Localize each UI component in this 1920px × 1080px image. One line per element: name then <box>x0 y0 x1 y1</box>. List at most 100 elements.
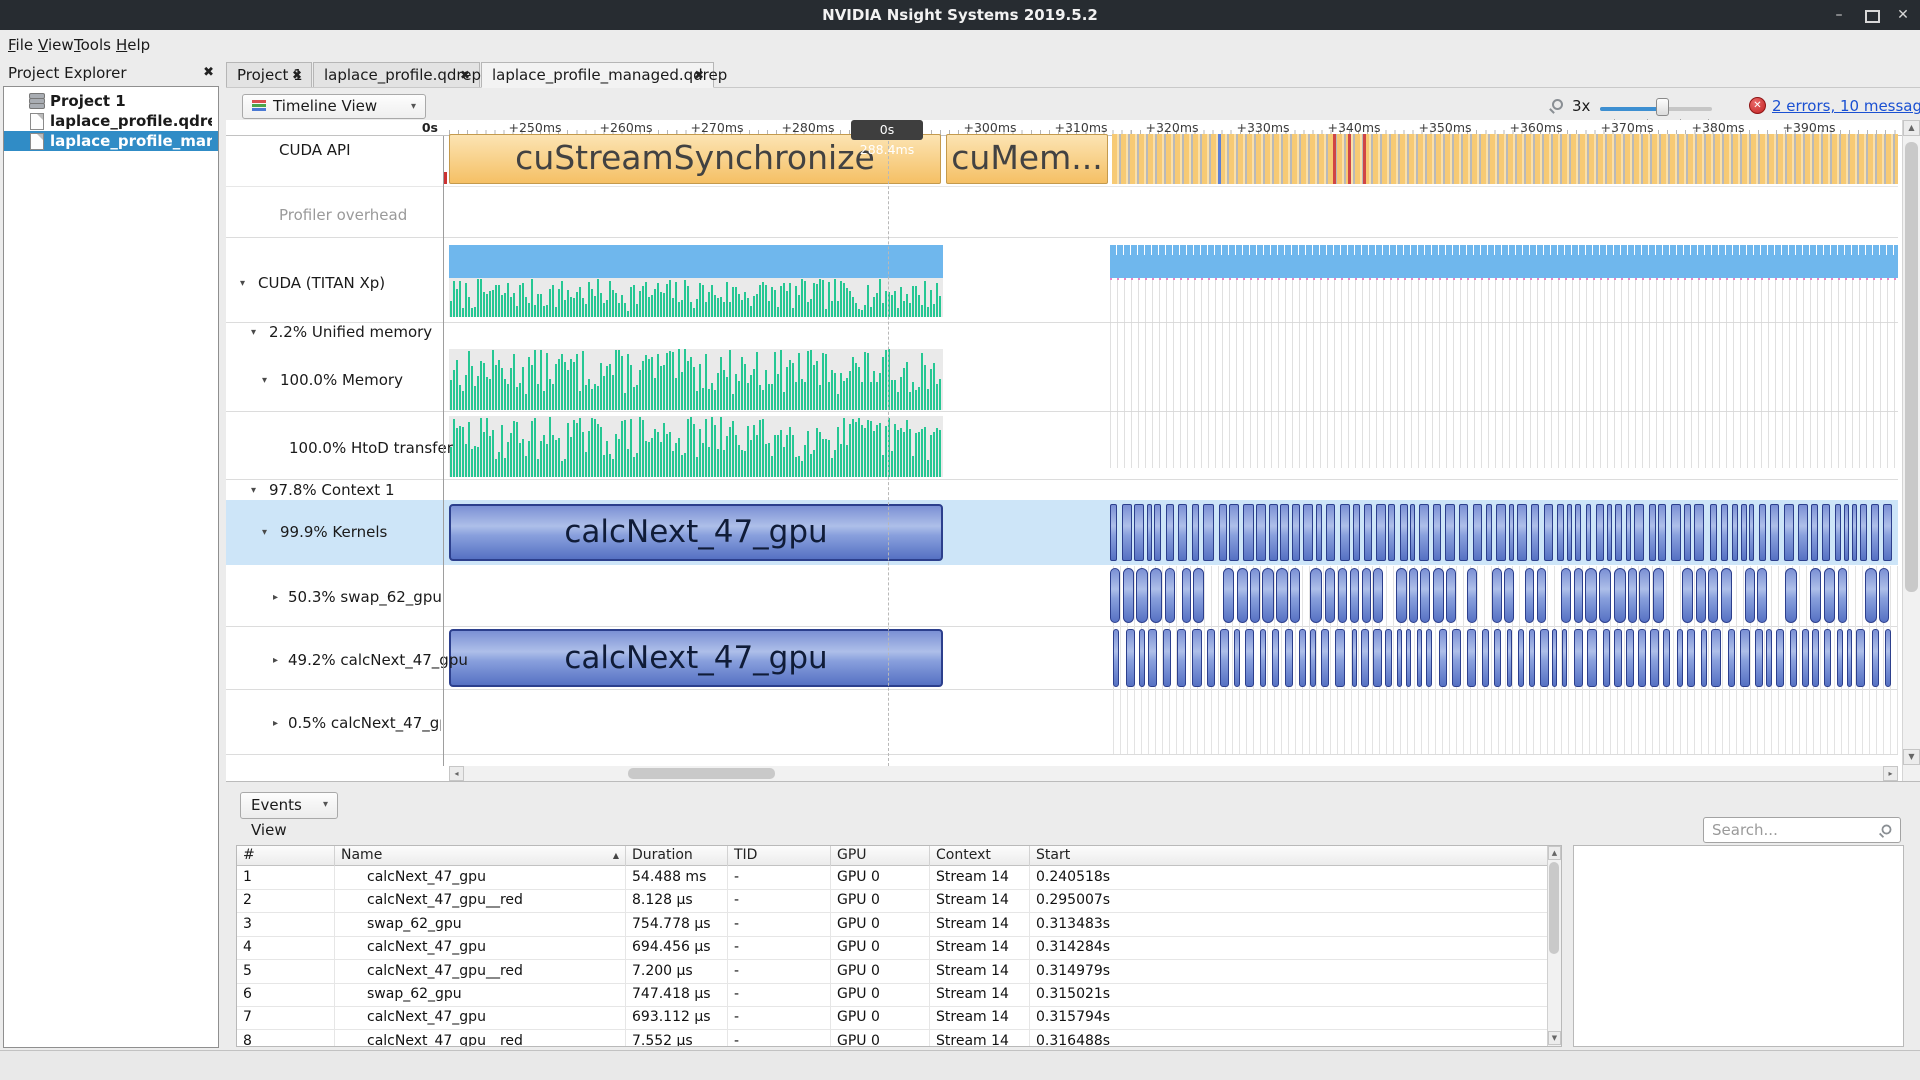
row-label-kernels[interactable]: 99.9% Kernels <box>280 523 387 541</box>
tree-item-project[interactable]: Project 1 <box>4 91 218 111</box>
tab-laplace-profile-managed[interactable]: laplace_profile_managed.qdrep ✖ <box>481 62 714 88</box>
col-header-context[interactable]: Context <box>930 846 1030 866</box>
col-header-start[interactable]: Start <box>1030 846 1548 866</box>
tree-item-report-2-selected[interactable]: laplace_profile_mana... <box>4 131 218 151</box>
table-row[interactable]: 7calcNext_47_gpu693.112 µs-GPU 0Stream 1… <box>237 1006 1548 1030</box>
events-view-dropdown[interactable]: Events View ▾ <box>240 792 338 819</box>
expand-arrow-icon[interactable]: ▾ <box>262 372 267 390</box>
row-label-htod-transfer[interactable]: 100.0% HtoD transfer <box>289 439 453 457</box>
row-label-cuda-device[interactable]: CUDA (TITAN Xp) <box>258 274 385 292</box>
table-row[interactable]: 3swap_62_gpu754.778 µs-GPU 0Stream 140.3… <box>237 913 1548 937</box>
kernels-activity-bars[interactable] <box>1110 504 1898 561</box>
memory-histogram[interactable] <box>449 349 943 410</box>
zoom-slider-handle[interactable] <box>1656 98 1669 116</box>
timeline-view-dropdown[interactable]: Timeline View ▾ <box>242 94 426 119</box>
calcnext-activity-bars[interactable] <box>1113 629 1898 687</box>
table-row[interactable]: 1calcNext_47_gpu54.488 ms-GPU 0Stream 14… <box>237 866 1548 890</box>
search-input[interactable]: Search... <box>1703 817 1901 843</box>
tab-laplace-profile[interactable]: laplace_profile.qdrep ✖ <box>313 62 480 88</box>
timeline-horizontal-scrollbar[interactable]: ◂ ▸ <box>449 766 1898 781</box>
expand-arrow-icon[interactable]: ▾ <box>251 324 256 342</box>
row-label-profiler-overhead[interactable]: Profiler overhead <box>279 206 407 224</box>
col-header-name[interactable]: Name▲ <box>335 846 626 866</box>
scroll-up-icon[interactable]: ▲ <box>1548 846 1561 860</box>
timeline-vertical-scrollbar[interactable]: ▲ ▼ <box>1902 120 1920 781</box>
table-row[interactable]: 5calcNext_47_gpu__red7.200 µs-GPU 0Strea… <box>237 960 1548 984</box>
project-explorer-tree: Project 1 laplace_profile.qdrep laplace_… <box>3 86 219 1048</box>
kernel-coverage-bar-right[interactable] <box>1110 245 1898 278</box>
row-label-swap-gpu[interactable]: 50.3% swap_62_gpu <box>288 588 442 606</box>
row-label-calcnext-red[interactable]: 0.5% calcNext_47_gpu__r <box>288 714 441 732</box>
col-header-tid[interactable]: TID <box>728 846 831 866</box>
errors-messages-link[interactable]: 2 errors, 10 messages <box>1772 94 1920 119</box>
table-row[interactable]: 2calcNext_47_gpu__red8.128 µs-GPU 0Strea… <box>237 889 1548 913</box>
api-activity-stripes[interactable] <box>1112 134 1898 184</box>
scroll-down-icon[interactable]: ▼ <box>1548 1031 1561 1045</box>
tab-project-1[interactable]: Project 1 ✖ <box>226 62 312 88</box>
table-row[interactable]: 8calcNext_47_gpu__red7.552 µs-GPU 0Strea… <box>237 1030 1548 1047</box>
table-scrollbar-thumb[interactable] <box>1549 862 1559 954</box>
swap-kernel-pills[interactable] <box>1110 568 1898 623</box>
maximize-button[interactable] <box>1856 0 1886 30</box>
table-cell: Stream 14 <box>930 1006 1030 1029</box>
scroll-left-icon[interactable]: ◂ <box>449 766 464 781</box>
table-cell: Stream 14 <box>930 936 1030 959</box>
scroll-up-icon[interactable]: ▲ <box>1903 120 1920 136</box>
col-header-num[interactable]: # <box>237 846 335 866</box>
col-header-duration[interactable]: Duration <box>626 846 728 866</box>
ruler-tick: +280ms <box>781 120 834 135</box>
search-placeholder: Search... <box>1712 818 1778 842</box>
maximize-icon <box>1865 10 1880 23</box>
row-label-memory[interactable]: 100.0% Memory <box>280 371 403 389</box>
table-cell: 54.488 ms <box>626 866 728 889</box>
scroll-right-icon[interactable]: ▸ <box>1883 766 1898 781</box>
memory-summary-histogram[interactable] <box>449 278 943 317</box>
table-cell: Stream 14 <box>930 866 1030 889</box>
table-cell: 4 <box>237 936 335 959</box>
minimize-button[interactable]: – <box>1824 0 1854 30</box>
collapse-arrow-icon[interactable]: ▸ <box>273 715 278 733</box>
window-title: NVIDIA Nsight Systems 2019.5.2 <box>0 0 1920 30</box>
events-table-scrollbar[interactable]: ▲ ▼ <box>1547 846 1561 1046</box>
collapse-arrow-icon[interactable]: ▸ <box>273 589 278 607</box>
row-label-context-1[interactable]: 97.8% Context 1 <box>269 481 395 499</box>
horizontal-scrollbar-thumb[interactable] <box>628 768 775 779</box>
api-bar-cumem[interactable]: cuMem... <box>946 134 1108 184</box>
kernel-bar-calcnext-main[interactable]: calcNext_47_gpu <box>449 504 943 561</box>
file-icon <box>30 113 44 130</box>
table-cell: 754.778 µs <box>626 913 728 936</box>
collapse-arrow-icon[interactable]: ▸ <box>273 652 278 670</box>
transfer-dots <box>1110 278 1898 280</box>
tab-close-icon[interactable]: ✖ <box>460 63 470 87</box>
tree-item-report-1[interactable]: laplace_profile.qdrep <box>4 111 218 131</box>
row-label-cuda-api[interactable]: CUDA API <box>279 141 351 159</box>
row-label-unified-memory[interactable]: 2.2% Unified memory <box>269 323 432 341</box>
table-cell: swap_62_gpu <box>335 983 626 1006</box>
scroll-down-icon[interactable]: ▼ <box>1903 749 1920 765</box>
col-header-gpu[interactable]: GPU <box>831 846 930 866</box>
expand-arrow-icon[interactable]: ▾ <box>262 524 267 542</box>
table-cell: 0.313483s <box>1030 913 1548 936</box>
table-cell: 0.295007s <box>1030 889 1548 912</box>
expand-arrow-icon[interactable]: ▾ <box>251 482 256 500</box>
tab-close-icon[interactable]: ✖ <box>694 63 704 87</box>
project-explorer-close-icon[interactable]: ✖ <box>203 60 214 86</box>
menu-help[interactable]: Help <box>110 30 156 60</box>
vertical-scrollbar-thumb[interactable] <box>1905 142 1918 592</box>
htod-histogram[interactable] <box>449 416 943 477</box>
table-cell: - <box>728 960 831 983</box>
ruler-tick: +380ms <box>1691 120 1744 135</box>
app-window: NVIDIA Nsight Systems 2019.5.2 – ✕ File … <box>0 0 1920 1080</box>
tab-close-icon[interactable]: ✖ <box>292 63 302 87</box>
status-bar <box>0 1050 1920 1080</box>
table-cell: Stream 14 <box>930 913 1030 936</box>
kernel-coverage-bar-left[interactable] <box>449 245 943 278</box>
table-row[interactable]: 4calcNext_47_gpu694.456 µs-GPU 0Stream 1… <box>237 936 1548 960</box>
close-button[interactable]: ✕ <box>1888 0 1918 30</box>
expand-arrow-icon[interactable]: ▾ <box>240 275 245 293</box>
kernel-bar-calcnext-row[interactable]: calcNext_47_gpu <box>449 629 943 687</box>
row-separator <box>226 479 1898 480</box>
row-label-calcnext-gpu[interactable]: 49.2% calcNext_47_gpu <box>288 651 468 669</box>
table-row[interactable]: 6swap_62_gpu747.418 µs-GPU 0Stream 140.3… <box>237 983 1548 1007</box>
ruler-tick: +250ms <box>508 120 561 135</box>
